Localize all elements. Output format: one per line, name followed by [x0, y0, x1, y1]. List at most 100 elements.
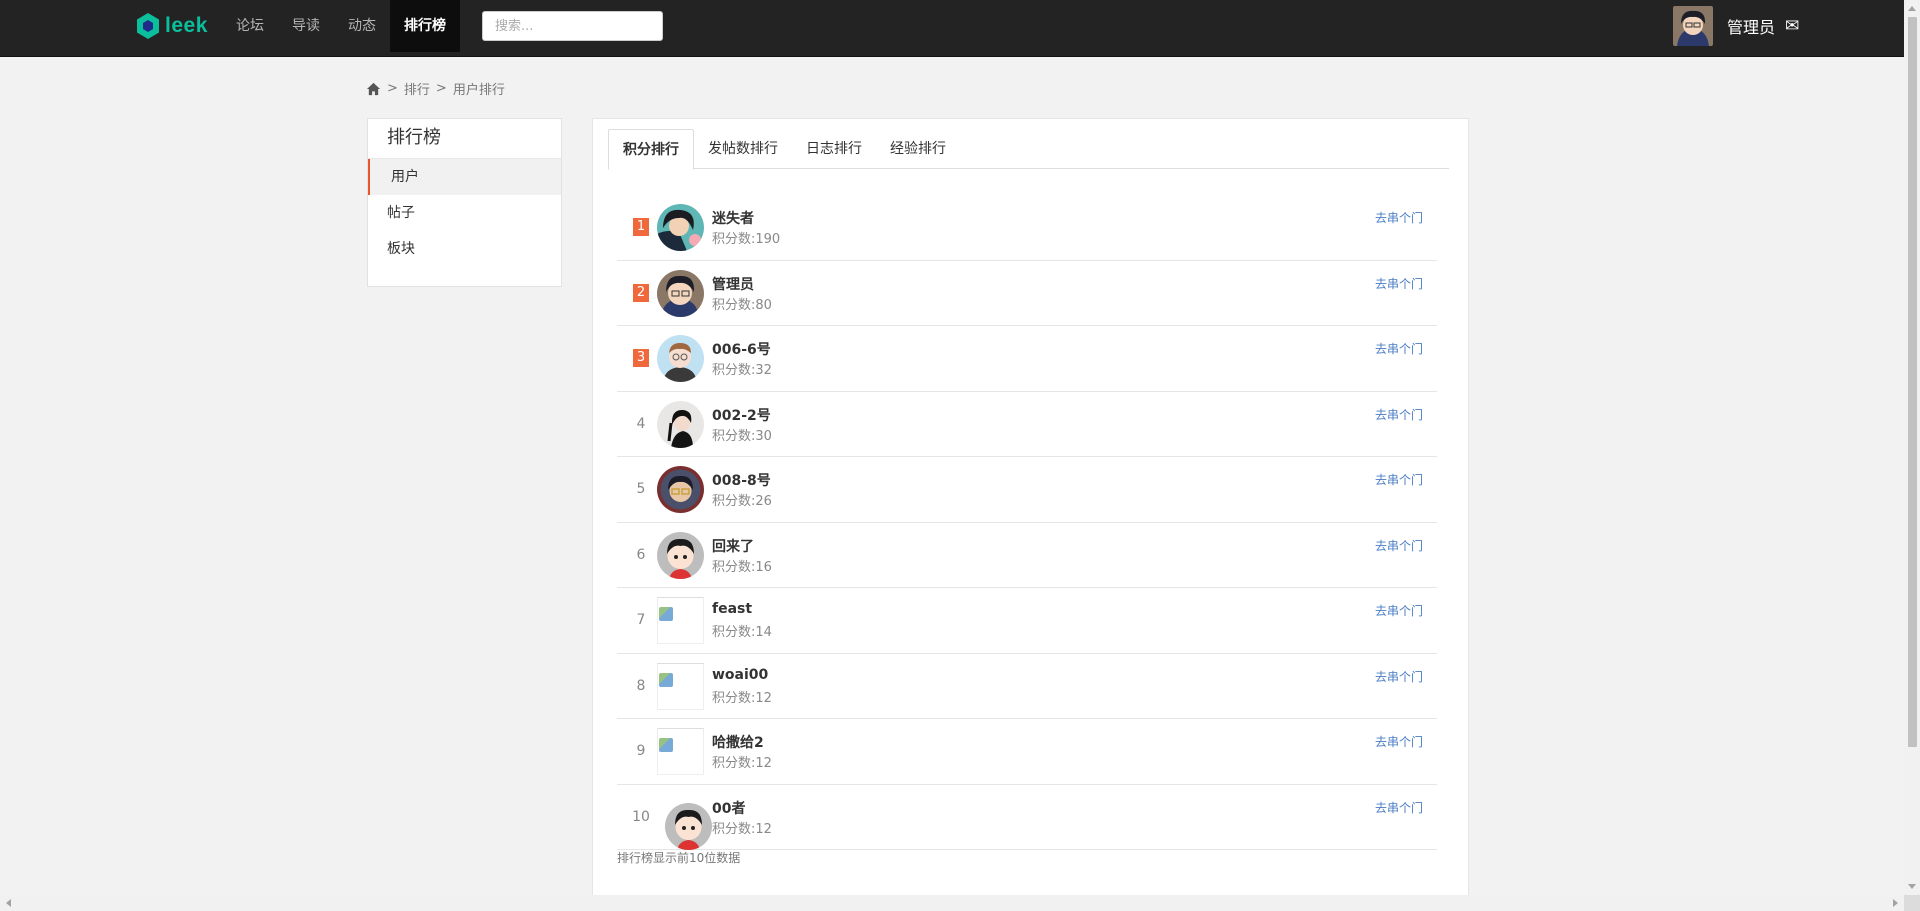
- broken-image-icon[interactable]: [657, 662, 704, 710]
- logo-text: leek: [165, 14, 208, 37]
- user-score: 积分数:30: [712, 428, 772, 444]
- user-score: 积分数:32: [712, 363, 772, 378]
- user-menu[interactable]: 管理员 ✉: [1673, 6, 1799, 46]
- ranking-panel: 积分排行 发帖数排行 日志排行 经验排行 1 迷失者 积分数:190 去串个门 …: [592, 118, 1469, 898]
- user-avatar[interactable]: [657, 466, 704, 513]
- visit-link[interactable]: 去串个门: [1375, 209, 1423, 226]
- sidebar-title: 排行榜: [368, 119, 561, 159]
- tab-points[interactable]: 积分排行: [608, 129, 694, 170]
- list-item: 4 002-2号 积分数:30 去串个门: [617, 392, 1437, 457]
- rank-number: 8: [636, 677, 646, 694]
- rank-number: 10: [632, 808, 650, 825]
- list-item: 7 feast 积分数:14 去串个门: [617, 588, 1437, 654]
- logo-hexagon-icon: [137, 13, 159, 39]
- search-input[interactable]: [482, 11, 663, 41]
- sidebar-item-posts[interactable]: 帖子: [368, 195, 561, 231]
- user-score: 积分数:16: [712, 559, 772, 575]
- broken-image-icon[interactable]: [657, 597, 704, 644]
- user-score: 积分数:12: [712, 821, 772, 837]
- ranking-tabs: 积分排行 发帖数排行 日志排行 经验排行: [608, 129, 1449, 170]
- list-item: 10 00者 积分数:12 去串个门: [617, 785, 1437, 850]
- user-name[interactable]: 迷失者: [712, 208, 754, 228]
- nav-item-leaderboard[interactable]: 排行榜: [390, 0, 460, 52]
- visit-link[interactable]: 去串个门: [1375, 406, 1423, 423]
- list-item: 1 迷失者 积分数:190 去串个门: [617, 195, 1437, 261]
- user-name[interactable]: 00者: [712, 798, 745, 818]
- user-avatar[interactable]: [657, 269, 704, 317]
- visit-link[interactable]: 去串个门: [1375, 733, 1423, 750]
- visit-link[interactable]: 去串个门: [1375, 471, 1423, 488]
- user-name[interactable]: feast: [712, 601, 752, 617]
- sidebar-item-boards[interactable]: 板块: [368, 231, 561, 267]
- user-name[interactable]: 管理员: [712, 274, 754, 294]
- user-name[interactable]: 回来了: [712, 536, 754, 556]
- visit-link[interactable]: 去串个门: [1375, 602, 1423, 619]
- broken-image-icon[interactable]: [657, 728, 704, 775]
- rank-badge: 1: [633, 195, 649, 260]
- user-name[interactable]: woai00: [712, 667, 768, 683]
- horizontal-scrollbar[interactable]: [0, 895, 1904, 911]
- scroll-right-arrow-icon[interactable]: [1893, 899, 1898, 907]
- visit-link[interactable]: 去串个门: [1375, 799, 1423, 816]
- list-item: 9 哈撒给2 积分数:12 去串个门: [617, 719, 1437, 785]
- user-name[interactable]: 006-6号: [712, 339, 771, 359]
- user-avatar[interactable]: [665, 802, 712, 850]
- breadcrumb-item-ranking[interactable]: 排行: [404, 79, 430, 98]
- user-score: 积分数:12: [712, 756, 772, 771]
- user-score: 积分数:12: [712, 690, 772, 706]
- visit-link[interactable]: 去串个门: [1375, 275, 1423, 292]
- tab-post-count[interactable]: 发帖数排行: [694, 129, 792, 169]
- scroll-left-arrow-icon[interactable]: [6, 899, 11, 907]
- mail-icon[interactable]: ✉: [1785, 16, 1799, 36]
- tab-blog[interactable]: 日志排行: [792, 129, 876, 169]
- breadcrumb: > 排行 > 用户排行: [366, 79, 505, 98]
- rank-badge: 3: [633, 326, 649, 391]
- rank-badge: 2: [633, 261, 649, 326]
- scroll-up-arrow-icon[interactable]: [1908, 6, 1916, 11]
- list-item: 8 woai00 积分数:12 去串个门: [617, 654, 1437, 719]
- breadcrumb-separator: >: [435, 81, 447, 96]
- rank-number: 9: [636, 743, 646, 760]
- user-score: 积分数:26: [712, 494, 772, 509]
- breadcrumb-item-user-ranking: 用户排行: [452, 83, 505, 98]
- list-item: 6 回来了 积分数:16 去串个门: [617, 523, 1437, 588]
- user-avatar[interactable]: [657, 400, 704, 448]
- visit-link[interactable]: 去串个门: [1375, 537, 1423, 554]
- tab-experience[interactable]: 经验排行: [876, 129, 960, 169]
- visit-link[interactable]: 去串个门: [1375, 668, 1423, 685]
- ranking-list: 1 迷失者 积分数:190 去串个门 2 管理员 积分数:80 去串个门 3 0…: [617, 195, 1437, 850]
- rank-number: 5: [636, 481, 646, 498]
- visit-link[interactable]: 去串个门: [1375, 340, 1423, 357]
- user-name[interactable]: 管理员: [1727, 14, 1775, 38]
- home-icon[interactable]: [366, 82, 381, 96]
- breadcrumb-separator: >: [387, 81, 398, 96]
- scroll-down-arrow-icon[interactable]: [1908, 884, 1916, 889]
- scrollbar-thumb[interactable]: [1908, 17, 1917, 747]
- list-item: 3 006-6号 积分数:32 去串个门: [617, 326, 1437, 392]
- site-logo[interactable]: leek: [137, 10, 208, 42]
- vertical-scrollbar[interactable]: [1904, 0, 1920, 895]
- user-avatar[interactable]: [1673, 6, 1713, 46]
- main-nav: 论坛 导读 动态 排行榜: [222, 0, 460, 56]
- user-avatar[interactable]: [657, 531, 704, 579]
- sidebar: 排行榜 用户 帖子 板块: [367, 118, 562, 287]
- list-item: 5 008-8号 积分数:26 去串个门: [617, 457, 1437, 523]
- rank-number: 7: [636, 612, 646, 629]
- list-item: 2 管理员 积分数:80 去串个门: [617, 261, 1437, 326]
- rank-number: 4: [636, 415, 646, 432]
- user-name[interactable]: 002-2号: [712, 405, 771, 425]
- user-score: 积分数:14: [712, 625, 772, 640]
- nav-item-feed[interactable]: 动态: [334, 0, 390, 52]
- rank-number: 6: [636, 546, 646, 563]
- user-name[interactable]: 哈撒给2: [712, 732, 764, 752]
- user-avatar[interactable]: [657, 204, 704, 251]
- sidebar-item-users[interactable]: 用户: [368, 159, 561, 195]
- nav-item-guide[interactable]: 导读: [278, 0, 334, 52]
- nav-item-forum[interactable]: 论坛: [222, 0, 278, 52]
- user-score: 积分数:80: [712, 297, 772, 313]
- user-score: 积分数:190: [712, 232, 781, 247]
- scrollbar-corner: [1904, 895, 1920, 911]
- user-avatar[interactable]: [657, 335, 704, 382]
- user-name[interactable]: 008-8号: [712, 470, 771, 490]
- top-nav-bar: leek 论坛 导读 动态 排行榜 管理员 ✉: [0, 0, 1904, 57]
